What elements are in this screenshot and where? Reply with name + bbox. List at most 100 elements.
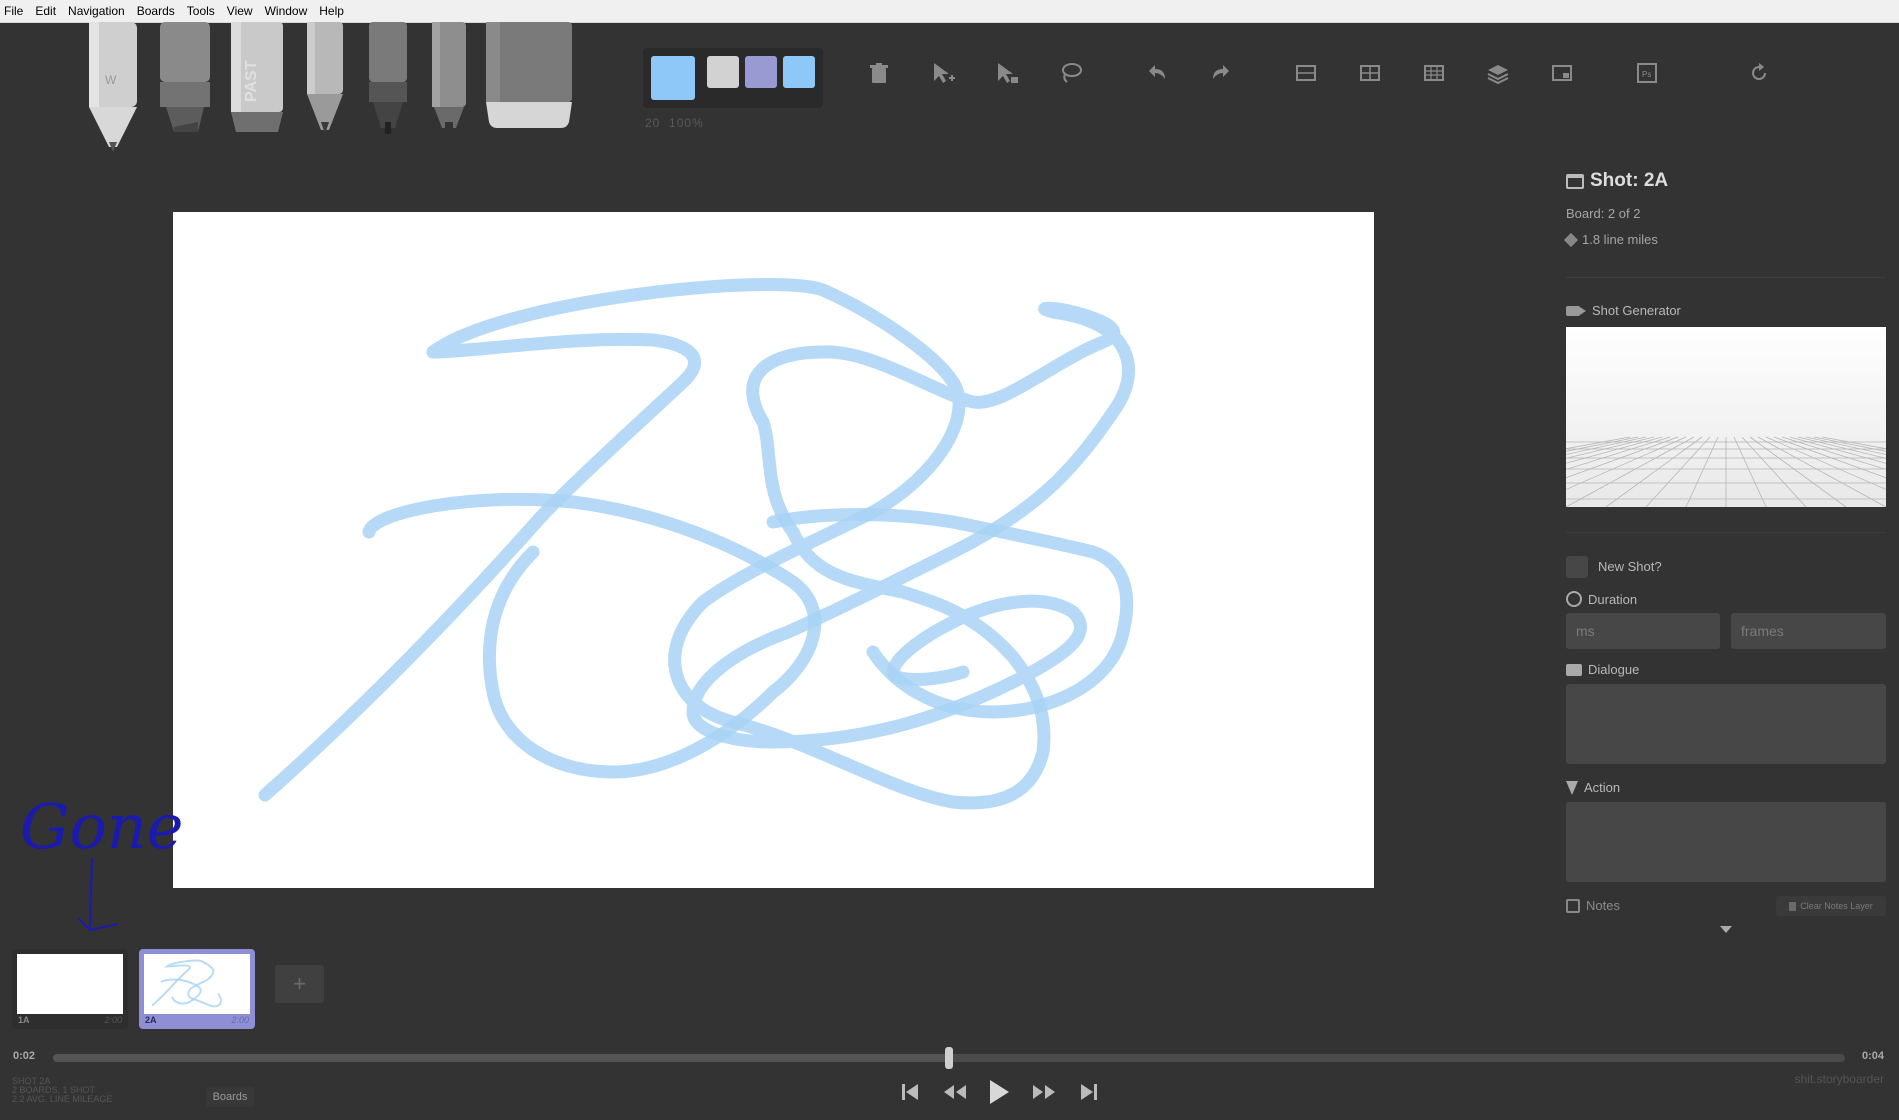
annotation-text: Gone xyxy=(20,790,183,863)
skip-to-start-icon[interactable] xyxy=(895,1077,925,1107)
clear-notes-button[interactable]: Clear Notes Layer xyxy=(1776,896,1886,916)
light-pencil-tool[interactable]: W xyxy=(83,22,143,157)
brush-size: 20 xyxy=(645,116,661,130)
timeline-progress xyxy=(53,1054,949,1062)
board-label: 2A xyxy=(145,1015,157,1025)
dialogue-label: Dialogue xyxy=(1566,662,1639,677)
play-icon[interactable] xyxy=(984,1077,1014,1107)
shot-generator-label: Shot Generator xyxy=(1566,303,1681,318)
svg-text:PAST: PAST xyxy=(243,60,260,102)
select-copy-icon[interactable] xyxy=(992,58,1022,88)
duration-ms-field[interactable]: ms xyxy=(1566,613,1720,649)
line-mileage-text: 1.8 line miles xyxy=(1582,232,1658,247)
undo-icon[interactable] xyxy=(1142,58,1172,88)
duration-label: Duration xyxy=(1566,591,1637,607)
action-label: Action xyxy=(1566,780,1620,795)
grid-icon[interactable] xyxy=(1291,58,1321,88)
shot-title-text: Shot: 2A xyxy=(1590,170,1669,191)
fast-forward-icon[interactable] xyxy=(1029,1077,1059,1107)
status-line: 2.2 AVG. LINE MILEAGE xyxy=(12,1094,113,1104)
pen-tool[interactable] xyxy=(365,22,411,137)
palette-swatch[interactable] xyxy=(745,56,777,88)
divider xyxy=(1566,277,1886,278)
pencil-tool[interactable] xyxy=(302,22,348,137)
marker-tool[interactable] xyxy=(156,22,214,137)
project-filename: shit.storyboarder xyxy=(1794,1072,1884,1086)
menu-window[interactable]: Window xyxy=(259,0,314,22)
board-thumbnail[interactable]: 1A 2:00 xyxy=(12,949,128,1029)
select-add-icon[interactable] xyxy=(928,58,958,88)
notes-label: Notes xyxy=(1566,898,1620,913)
board-thumbnail-image xyxy=(144,954,250,1014)
panel-scroll-down-icon[interactable] xyxy=(1720,926,1732,933)
menu-view[interactable]: View xyxy=(221,0,259,22)
drawing-tool-tray: W PAST xyxy=(78,22,578,157)
photoshop-icon[interactable]: Ps xyxy=(1632,58,1662,88)
board-label: 1A xyxy=(18,1015,30,1025)
palette-swatch[interactable] xyxy=(783,56,815,88)
menu-bar: File Edit Navigation Boards Tools View W… xyxy=(0,0,1899,23)
shot-title: Shot: 2A xyxy=(1566,170,1668,192)
svg-text:W: W xyxy=(105,73,117,87)
svg-text:Ps: Ps xyxy=(1642,70,1651,79)
shot-icon xyxy=(1566,173,1584,189)
brush-tool[interactable] xyxy=(426,22,472,137)
boards-button[interactable]: Boards xyxy=(206,1087,254,1107)
board-thumbnail-image xyxy=(17,954,123,1014)
menu-edit[interactable]: Edit xyxy=(29,0,62,22)
board-duration: 2:00 xyxy=(231,1015,249,1025)
speech-bubble-icon xyxy=(1566,663,1582,676)
divider xyxy=(1566,532,1886,533)
refresh-icon[interactable] xyxy=(1744,58,1774,88)
total-time: 0:04 xyxy=(1862,1050,1885,1062)
duration-frames-field[interactable]: frames xyxy=(1731,613,1886,649)
dialogue-textarea[interactable] xyxy=(1566,684,1886,764)
notes-label-text: Notes xyxy=(1586,898,1620,913)
menu-navigation[interactable]: Navigation xyxy=(62,0,131,22)
board-thumbnail-selected[interactable]: 2A 2:00 xyxy=(139,949,255,1029)
layers-icon[interactable] xyxy=(1483,58,1513,88)
brush-info: 20 100% xyxy=(645,116,704,130)
board-position: Board: 2 of 2 xyxy=(1566,206,1641,221)
line-mileage: 1.8 line miles xyxy=(1563,232,1658,247)
sketch-stroke xyxy=(258,278,1135,810)
current-color-swatch[interactable] xyxy=(651,56,695,100)
export-icon[interactable] xyxy=(1547,58,1577,88)
menu-tools[interactable]: Tools xyxy=(181,0,221,22)
camera-icon xyxy=(1566,305,1586,316)
shot-generator-text: Shot Generator xyxy=(1592,303,1681,318)
eraser-tool[interactable] xyxy=(483,22,575,132)
action-label-text: Action xyxy=(1584,780,1621,795)
clock-icon xyxy=(1566,591,1582,607)
menu-help[interactable]: Help xyxy=(313,0,350,22)
pastel-tool[interactable]: PAST xyxy=(228,22,286,137)
clear-notes-text: Clear Notes Layer xyxy=(1800,901,1873,911)
timeline-playhead[interactable] xyxy=(945,1047,953,1069)
color-palette xyxy=(643,48,823,108)
menu-file[interactable]: File xyxy=(0,0,29,22)
trash-icon xyxy=(1789,901,1797,911)
diamond-icon xyxy=(1563,232,1579,247)
duration-label-text: Duration xyxy=(1588,591,1638,607)
shot-generator-preview[interactable] xyxy=(1566,327,1886,507)
trash-icon[interactable] xyxy=(864,58,894,88)
center-guides-icon[interactable] xyxy=(1355,58,1385,88)
thirds-icon[interactable] xyxy=(1419,58,1449,88)
drawing-canvas[interactable] xyxy=(173,212,1374,888)
new-shot-checkbox[interactable] xyxy=(1566,556,1588,578)
menu-boards[interactable]: Boards xyxy=(131,0,181,22)
current-time: 0:02 xyxy=(13,1050,36,1062)
lasso-icon[interactable] xyxy=(1056,58,1086,88)
dialogue-label-text: Dialogue xyxy=(1588,662,1640,677)
project-status: SHOT 2A 2 BOARDS, 1 SHOT 2.2 AVG. LINE M… xyxy=(12,1077,112,1104)
skip-to-end-icon[interactable] xyxy=(1074,1077,1104,1107)
brush-opacity: 100% xyxy=(669,116,704,130)
add-board-button[interactable]: + xyxy=(275,965,324,1003)
palette-swatch[interactable] xyxy=(707,56,739,88)
notes-icon xyxy=(1566,898,1580,913)
redo-icon[interactable] xyxy=(1206,58,1236,88)
rewind-icon[interactable] xyxy=(940,1077,970,1107)
board-duration: 2:00 xyxy=(104,1015,122,1025)
lightning-icon xyxy=(1566,780,1578,795)
action-textarea[interactable] xyxy=(1566,802,1886,882)
